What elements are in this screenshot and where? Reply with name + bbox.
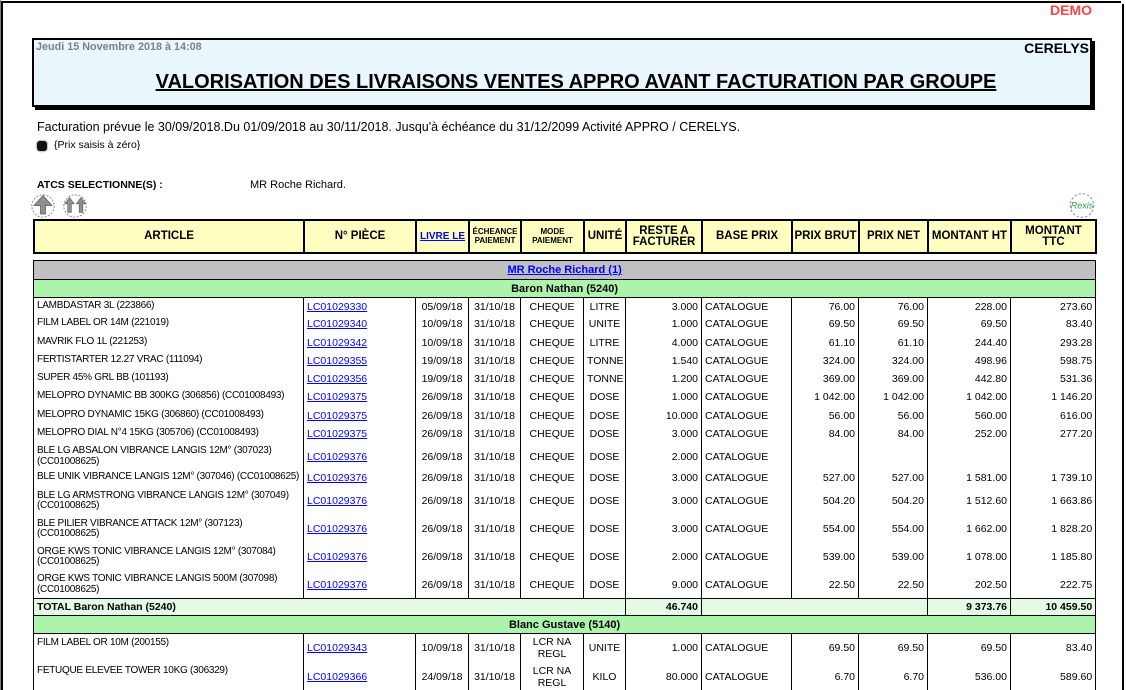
svg-text:Rexis: Rexis	[1071, 201, 1094, 211]
